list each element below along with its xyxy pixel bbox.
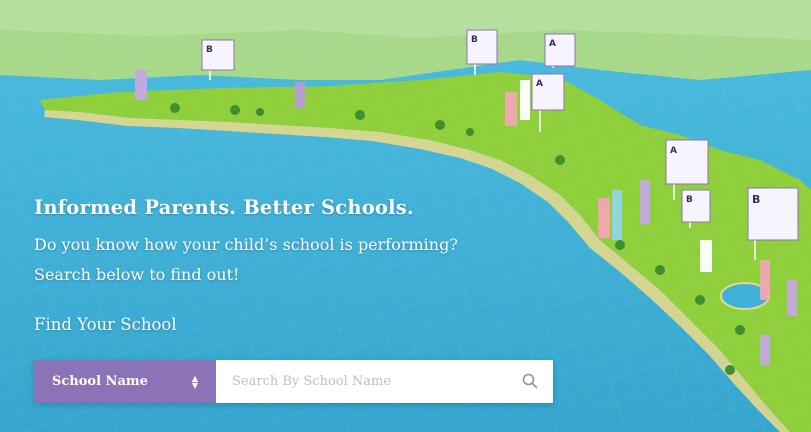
search-field bbox=[216, 360, 553, 403]
find-your-school-label: Find Your School bbox=[34, 315, 177, 334]
search-icon[interactable] bbox=[521, 372, 539, 390]
hero-headline: Informed Parents. Better Schools. bbox=[34, 196, 414, 219]
search-input[interactable] bbox=[216, 360, 553, 403]
updown-arrows-icon: ▲ ▼ bbox=[191, 373, 198, 390]
search-type-label: School Name bbox=[52, 374, 148, 389]
search-type-select[interactable]: School Name ▲ ▼ bbox=[34, 360, 216, 403]
hero-subline: Do you know how your child’s school is p… bbox=[34, 235, 458, 284]
school-search-bar: School Name ▲ ▼ bbox=[34, 360, 553, 403]
hero-banner: B B A A A B B Informed Parents. Better S… bbox=[0, 0, 811, 432]
